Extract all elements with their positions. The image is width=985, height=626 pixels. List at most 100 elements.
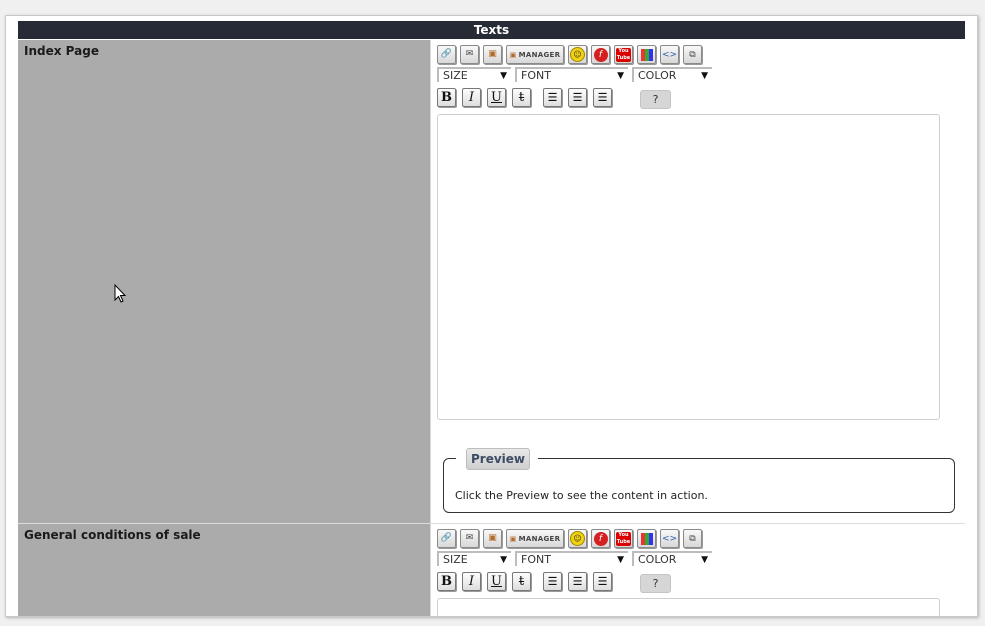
font-select[interactable]: FONT ▼ [515,67,628,82]
quote-button[interactable]: ⧉ [683,45,702,64]
align-right-button[interactable]: ☰ [593,572,612,591]
index-page-editor-cell: 🔗 ✉ ▣ ▣ MANAGER ☺ f You Tube <> ⧉ SIZE ▼ FO… [431,40,965,523]
preview-fieldset: Preview Click the Preview to see the con… [443,448,955,513]
code-icon: <> [661,533,678,544]
youtube-button[interactable]: You Tube [614,45,633,64]
text-style-toolbar: B I U t ☰ ☰ ☰ ? [437,86,671,109]
align-left-button[interactable]: ☰ [543,88,562,107]
gallery-icon [640,532,653,545]
font-select-value: FONT [521,69,551,82]
smiley-icon: ☺ [570,47,585,62]
texts-panel: Texts Index Page 🔗 ✉ ▣ ▣ MANAGER ☺ f You T… [5,15,978,617]
manager-label: MANAGER [518,50,561,59]
smiley-button[interactable]: ☺ [568,529,587,548]
italic-button[interactable]: I [462,572,481,591]
insert-toolbar: 🔗 ✉ ▣ ▣ MANAGER ☺ f You Tube <> ⧉ [437,529,702,549]
align-left-button[interactable]: ☰ [543,572,562,591]
index-page-textarea[interactable] [437,114,940,420]
image-icon: ▣ [488,533,497,543]
image-icon: ▣ [488,49,497,59]
image-button[interactable]: ▣ [483,529,502,548]
size-select[interactable]: SIZE ▼ [437,67,511,82]
help-button[interactable]: ? [640,574,671,593]
align-center-button[interactable]: ☰ [568,88,587,107]
color-select[interactable]: COLOR ▼ [632,67,712,82]
format-selects: SIZE ▼ FONT ▼ COLOR ▼ [437,551,712,566]
chevron-down-icon: ▼ [701,71,708,81]
strikethrough-button[interactable]: t [512,572,531,591]
index-page-label: Index Page [24,44,99,58]
bold-button[interactable]: B [437,572,456,591]
image-button[interactable]: ▣ [483,45,502,64]
gallery-icon [640,48,653,61]
conditions-textarea[interactable] [437,598,940,616]
code-button[interactable]: <> [660,529,679,548]
color-select-value: COLOR [638,553,677,566]
youtube-icon: You Tube [616,47,631,62]
image-manager-button[interactable]: ▣ MANAGER [506,529,564,548]
flash-button[interactable]: f [591,529,610,548]
smiley-button[interactable]: ☺ [568,45,587,64]
link-button[interactable]: 🔗 [437,45,456,64]
email-icon: ✉ [465,49,474,59]
chevron-down-icon: ▼ [617,555,624,565]
italic-button[interactable]: I [462,88,481,107]
align-left-icon: ☰ [547,91,558,104]
link-icon: 🔗 [440,533,453,543]
flash-icon: f [593,531,608,546]
help-button[interactable]: ? [640,90,671,109]
conditions-label: General conditions of sale [24,528,201,542]
size-select-value: SIZE [443,553,468,566]
size-select[interactable]: SIZE ▼ [437,551,511,566]
link-icon: 🔗 [440,49,453,59]
strikethrough-button[interactable]: t [512,88,531,107]
smiley-icon: ☺ [570,531,585,546]
code-icon: <> [661,49,678,60]
preview-hint: Click the Preview to see the content in … [455,489,708,502]
underline-button[interactable]: U [487,88,506,107]
code-button[interactable]: <> [660,45,679,64]
index-page-label-cell: Index Page [18,40,431,523]
align-left-icon: ☰ [547,575,558,588]
flash-button[interactable]: f [591,45,610,64]
format-selects: SIZE ▼ FONT ▼ COLOR ▼ [437,67,712,82]
flash-icon: f [593,47,608,62]
quote-button[interactable]: ⧉ [683,529,702,548]
align-right-button[interactable]: ☰ [593,88,612,107]
gallery-button[interactable] [637,529,656,548]
color-select-value: COLOR [638,69,677,82]
quote-icon: ⧉ [689,49,696,60]
panel-header: Texts [18,21,965,39]
align-center-button[interactable]: ☰ [568,572,587,591]
bold-button[interactable]: B [437,88,456,107]
youtube-button[interactable]: You Tube [614,529,633,548]
quote-icon: ⧉ [689,533,696,544]
underline-button[interactable]: U [487,572,506,591]
manager-label: MANAGER [518,534,561,543]
chevron-down-icon: ▼ [500,555,507,565]
gallery-button[interactable] [637,45,656,64]
insert-toolbar: 🔗 ✉ ▣ ▣ MANAGER ☺ f You Tube <> ⧉ [437,45,702,65]
email-icon: ✉ [465,533,474,543]
align-center-icon: ☰ [572,575,583,588]
chevron-down-icon: ▼ [500,71,507,81]
conditions-label-cell: General conditions of sale [18,524,431,616]
email-button[interactable]: ✉ [460,45,479,64]
color-select[interactable]: COLOR ▼ [632,551,712,566]
chevron-down-icon: ▼ [617,71,624,81]
image-manager-button[interactable]: ▣ MANAGER [506,45,564,64]
align-center-icon: ☰ [572,91,583,104]
image-manager-icon: ▣ [509,50,517,59]
font-select[interactable]: FONT ▼ [515,551,628,566]
link-button[interactable]: 🔗 [437,529,456,548]
mouse-cursor-icon [114,284,127,303]
youtube-icon: You Tube [616,531,631,546]
align-right-icon: ☰ [597,91,608,104]
email-button[interactable]: ✉ [460,529,479,548]
preview-button[interactable]: Preview [466,448,530,470]
align-right-icon: ☰ [597,575,608,588]
text-style-toolbar: B I U t ☰ ☰ ☰ ? [437,570,671,593]
chevron-down-icon: ▼ [701,555,708,565]
font-select-value: FONT [521,553,551,566]
size-select-value: SIZE [443,69,468,82]
